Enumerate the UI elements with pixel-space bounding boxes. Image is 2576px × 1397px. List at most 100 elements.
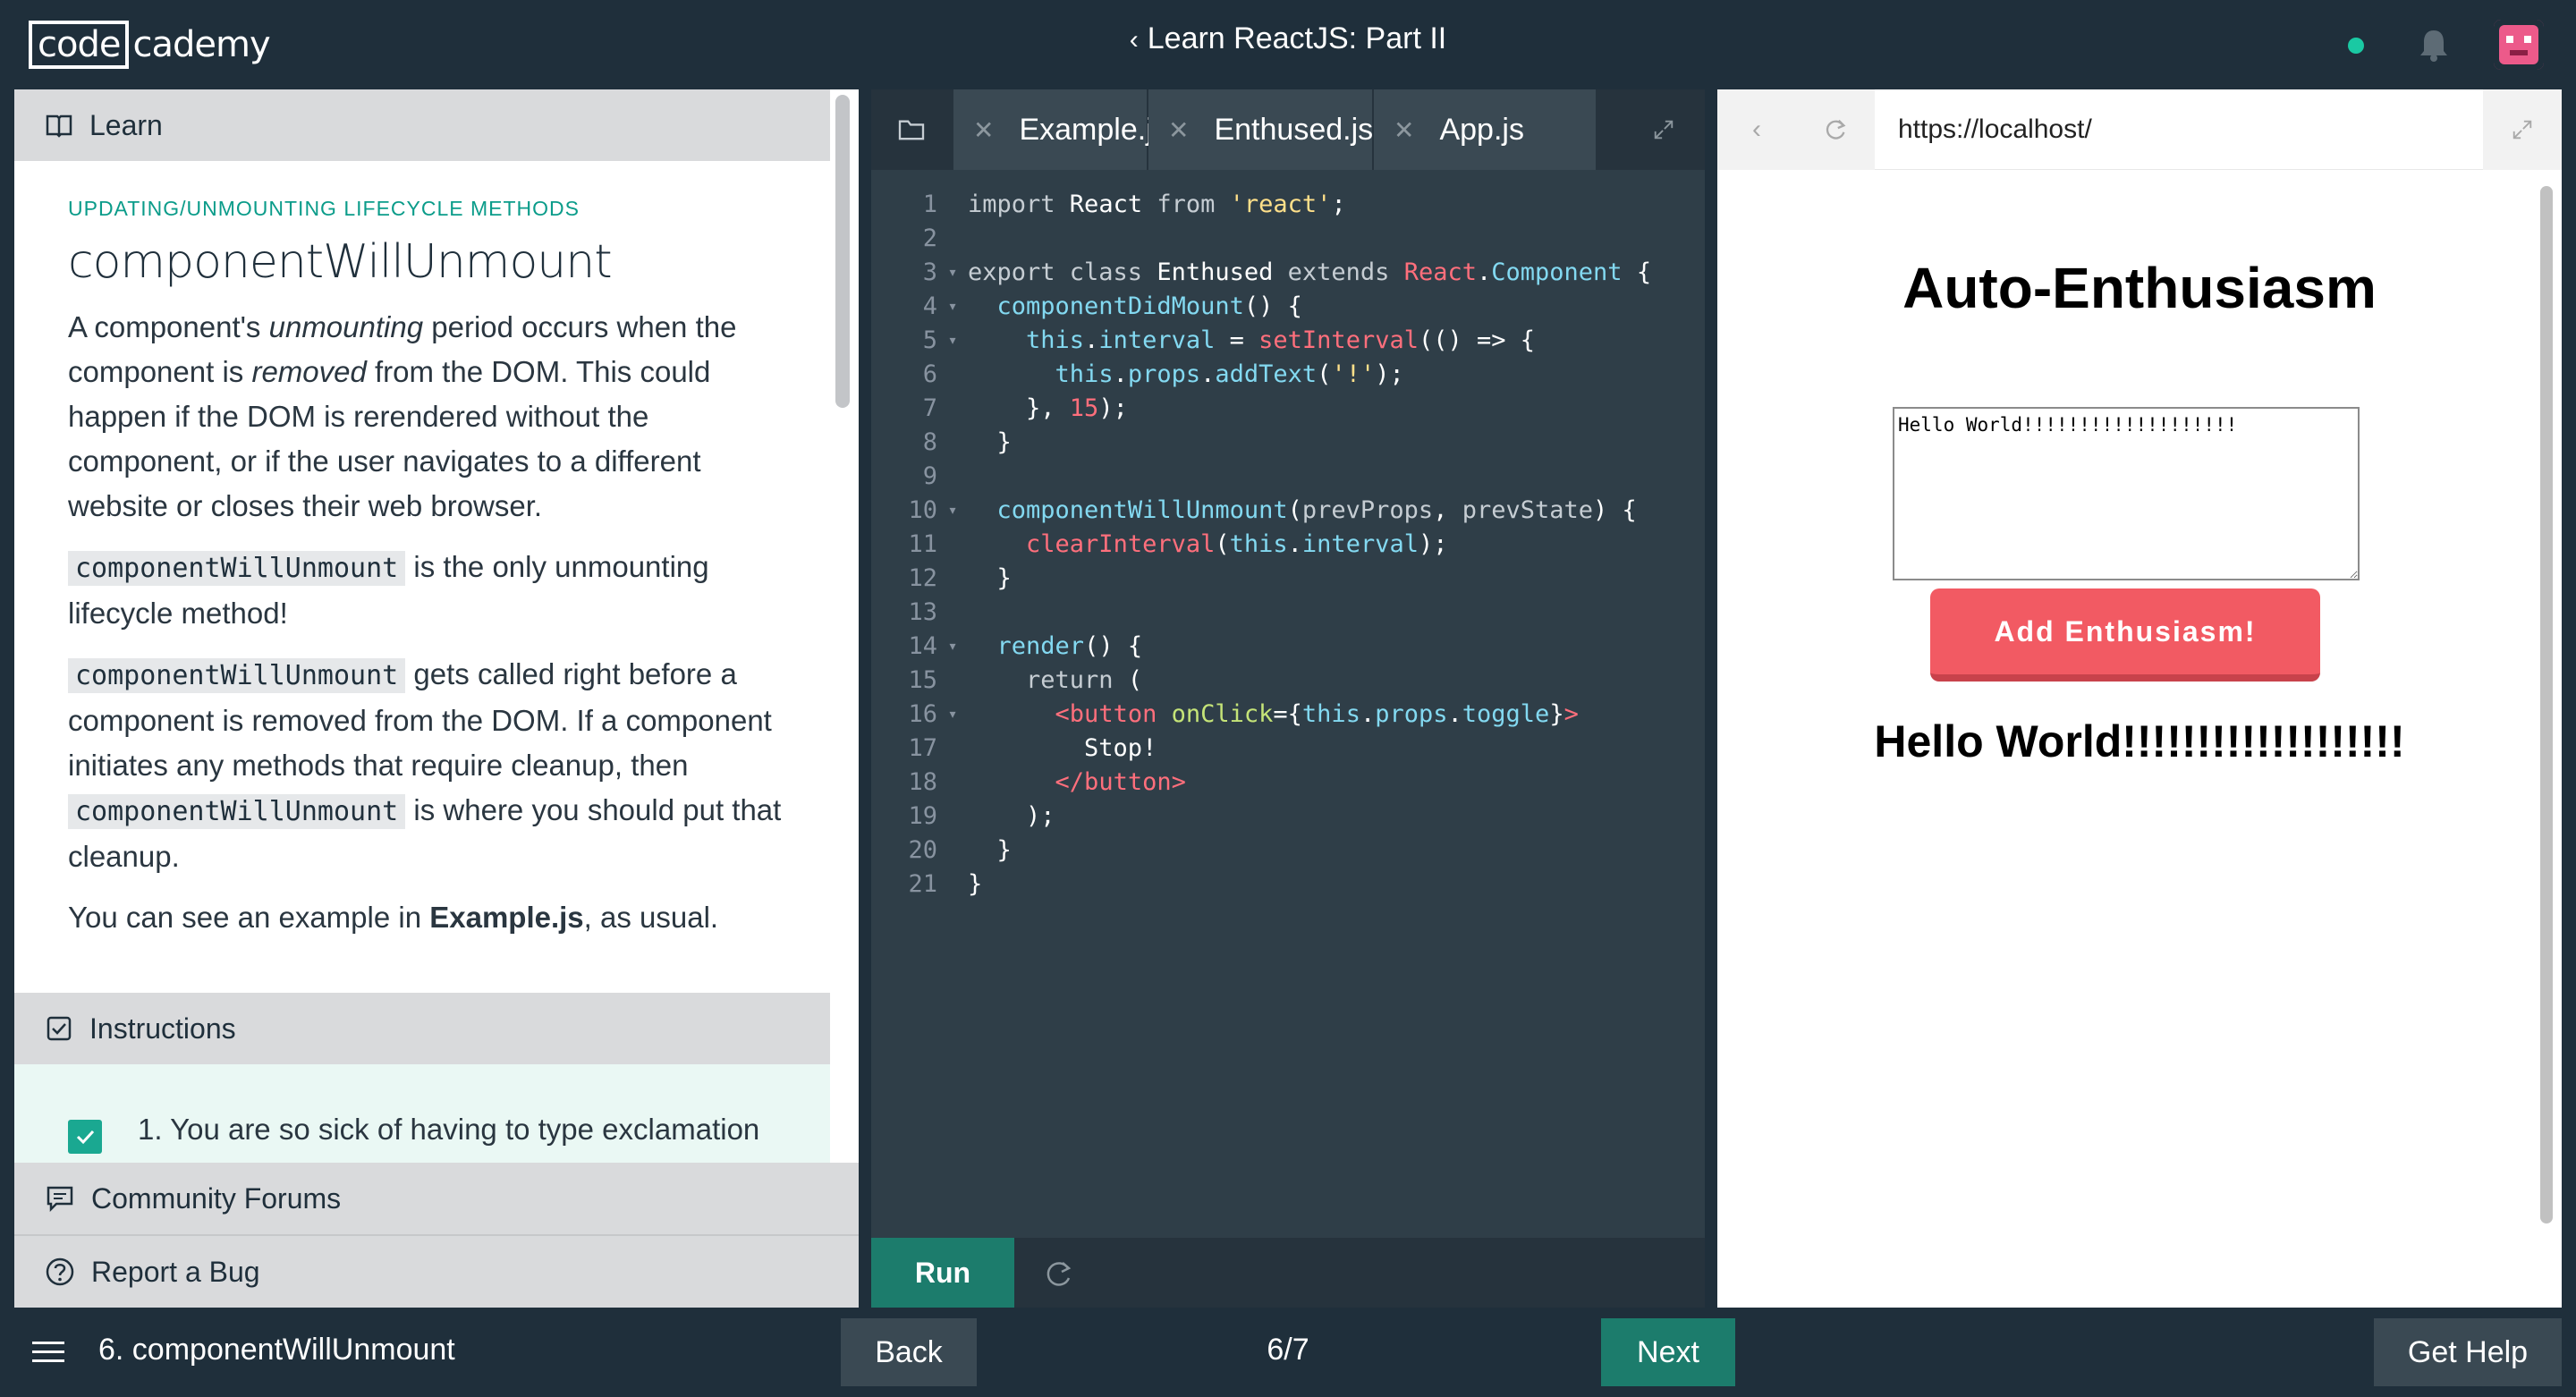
- text: You can see an example in: [68, 901, 430, 934]
- question-icon: [46, 1257, 74, 1286]
- instruction-item: 1. You are so sick of having to type exc…: [138, 1113, 759, 1147]
- lesson-panel: Learn UPDATING/UNMOUNTING LIFECYCLE METH…: [14, 89, 859, 1308]
- chat-icon: [47, 1186, 73, 1213]
- lesson-title: componentWillUnmount: [68, 235, 613, 289]
- line-number: 9: [922, 462, 937, 490]
- emphasis: unmounting: [268, 310, 424, 343]
- inline-code: componentWillUnmount: [68, 551, 406, 586]
- tab-app-js[interactable]: ✕ App.js: [1374, 89, 1596, 170]
- report-bug-link[interactable]: Report a Bug: [14, 1236, 859, 1308]
- instructions-section-header[interactable]: Instructions: [14, 993, 830, 1064]
- bottom-navigation-bar: 6. componentWillUnmount Back 6/7 Next Ge…: [0, 1308, 2576, 1397]
- preview-scrollbar[interactable]: [2540, 177, 2553, 1306]
- fold-arrow-icon[interactable]: ▾: [937, 698, 968, 732]
- tab-label: Example.js: [1019, 112, 1168, 147]
- expand-icon: [1654, 120, 1674, 140]
- chevron-left-icon: ‹: [1129, 25, 1139, 55]
- code-line: 16 ▾ <button onClick={this.props.toggle}>: [871, 698, 1705, 732]
- code-line: 15 return (: [871, 664, 1705, 698]
- line-number: 17: [908, 734, 937, 762]
- inline-code: componentWillUnmount: [68, 794, 406, 829]
- code-line: 10 ▾ componentWillUnmount(prevProps, prev…: [871, 494, 1705, 528]
- avatar[interactable]: [2494, 20, 2544, 70]
- tab-example-js[interactable]: ✕ Example.js: [953, 89, 1168, 170]
- back-button[interactable]: Back: [841, 1318, 977, 1386]
- lesson-paragraph-3: componentWillUnmount gets called right b…: [68, 652, 801, 879]
- bell-icon[interactable]: [2418, 27, 2450, 63]
- scrollbar-thumb[interactable]: [2540, 186, 2553, 1223]
- fold-arrow-icon[interactable]: ▾: [937, 256, 968, 290]
- scrollbar-thumb[interactable]: [835, 95, 850, 408]
- app-heading: Auto-Enthusiasm: [1902, 256, 2377, 320]
- code-line: 14 ▾ render() {: [871, 630, 1705, 664]
- fold-arrow-icon[interactable]: ▾: [937, 494, 968, 528]
- community-forums-link[interactable]: Community Forums: [14, 1163, 859, 1236]
- line-number: 10: [908, 496, 937, 524]
- fold-arrow-icon[interactable]: ▾: [937, 630, 968, 664]
- tab-enthused-js[interactable]: ✕ Enthused.js: [1148, 89, 1373, 170]
- task-complete-checkbox[interactable]: [68, 1120, 102, 1154]
- text: , as usual.: [583, 901, 719, 934]
- editor-tab-bar: ✕ Example.js ✕ Enthused.js ✕ App.js: [871, 89, 1705, 170]
- next-button[interactable]: Next: [1601, 1318, 1735, 1386]
- enthusiasm-textarea[interactable]: Hello World!!!!!!!!!!!!!!!!!!!: [1893, 407, 2360, 580]
- code-line: 19 );: [871, 800, 1705, 834]
- instructions-label: Instructions: [89, 1012, 236, 1045]
- code-line: 21}: [871, 868, 1705, 902]
- fold-arrow-icon[interactable]: ▾: [937, 324, 968, 358]
- expand-icon: [2512, 120, 2532, 140]
- code-line: 1 import React from 'react';: [871, 188, 1705, 222]
- code-line: 11 clearInterval(this.interval);: [871, 528, 1705, 562]
- line-number: 16: [908, 700, 937, 728]
- browser-back-button[interactable]: ‹: [1717, 89, 1796, 170]
- browser-url[interactable]: https://localhost/: [1898, 89, 2092, 170]
- hamburger-menu-icon[interactable]: [32, 1340, 64, 1365]
- file-browser-button[interactable]: [871, 89, 952, 170]
- code-line: 18 </button>: [871, 766, 1705, 800]
- editor-footer: Run: [871, 1238, 1705, 1308]
- course-title[interactable]: ‹ Learn ReactJS: Part II: [0, 21, 2576, 56]
- book-icon: [46, 114, 72, 138]
- run-button[interactable]: Run: [871, 1238, 1014, 1308]
- code-line: 13: [871, 596, 1705, 630]
- checkmark-icon: [76, 1130, 95, 1145]
- lesson-paragraph-4: You can see an example in Example.js, as…: [68, 895, 801, 940]
- bug-label: Report a Bug: [91, 1255, 260, 1288]
- get-help-button[interactable]: Get Help: [2374, 1318, 2562, 1386]
- fullscreen-preview-button[interactable]: [2483, 89, 2562, 170]
- browser-reload-button[interactable]: [1796, 89, 1875, 170]
- close-icon[interactable]: ✕: [1168, 115, 1189, 145]
- learn-label: Learn: [89, 108, 163, 141]
- fold-arrow-icon[interactable]: ▾: [937, 290, 968, 324]
- code-line: 2: [871, 222, 1705, 256]
- lesson-scrollbar[interactable]: [835, 95, 850, 900]
- close-icon[interactable]: ✕: [1394, 115, 1414, 145]
- line-number: 5: [922, 326, 937, 354]
- inline-code: componentWillUnmount: [68, 658, 406, 693]
- learn-section-header[interactable]: Learn: [14, 89, 830, 161]
- folder-icon: [898, 120, 925, 140]
- line-number: 8: [922, 428, 937, 456]
- current-lesson-name[interactable]: 6. componentWillUnmount: [98, 1333, 455, 1367]
- line-number: 15: [908, 666, 937, 694]
- line-number: 6: [922, 360, 937, 388]
- text: A component's: [68, 310, 269, 343]
- close-icon[interactable]: ✕: [973, 115, 994, 145]
- instruction-text: You are so sick of having to type exclam…: [170, 1113, 760, 1146]
- line-number: 3: [922, 258, 937, 286]
- expand-editor-button[interactable]: [1623, 89, 1705, 170]
- code-area[interactable]: 1 import React from 'react'; 2 3 ▾ export c…: [871, 188, 1705, 902]
- line-number: 13: [908, 598, 937, 626]
- line-number: 12: [908, 564, 937, 592]
- code-line: 12 }: [871, 562, 1705, 596]
- line-number: 14: [908, 632, 937, 660]
- lesson-kicker: UPDATING/UNMOUNTING LIFECYCLE METHODS: [68, 197, 580, 220]
- emphasis: removed: [251, 355, 367, 388]
- add-enthusiasm-button[interactable]: Add Enthusiasm!: [1930, 588, 2320, 682]
- code-line: 5 ▾ this.interval = setInterval(() => {: [871, 324, 1705, 358]
- code-line: 8 }: [871, 426, 1705, 460]
- code-line: 3 ▾ export class Enthused extends React.Co…: [871, 256, 1705, 290]
- tab-label: App.js: [1439, 112, 1524, 147]
- browser-preview: ‹ https://localhost/ Auto-Enthusiasm Hel…: [1717, 89, 2562, 1308]
- reset-icon[interactable]: [1041, 1256, 1077, 1291]
